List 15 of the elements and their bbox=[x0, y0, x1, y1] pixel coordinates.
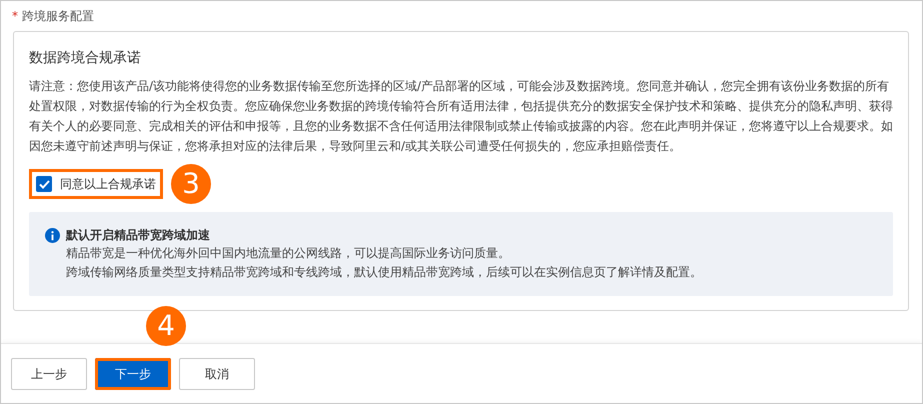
notice-text: 跨域传输网络质量类型支持精品带宽跨域和专线跨域，默认使用精品带宽跨域，后续可以在实例信息页了解详情及配置。 bbox=[66, 264, 702, 281]
commitment-text: 请注意：您使用该产品/该功能将使得您的业务数据传输至您所选择的区域/产品部署的区域，可能会涉及数据跨境。您同意并确认，您完全拥有该份业务数据的所有处置权限，对数据传输的行为全权负责。您应确保您业务数据的跨境传输符合所有适用法律，包括提供充分的数据安全保护技术和策略、提供充分的隐私声明、获得有关个人的必要同意、完成相关的评估和申报等，且您的业务数据不含任何适用法律限制或禁止传输或披露的内容。您在此声明并保证，您将遵守以上合规要求。如因您未遵守前述声明与保证，您将承担对应的法律后果，导致阿里云和/或其关联公司遭受任何损失的，您应承担赔偿责任。 bbox=[29, 78, 894, 155]
notice-text: 精品带宽是一种优化海外回中国内地流量的公网线路，可以提高国际业务访问质量。 bbox=[66, 245, 511, 262]
notice-title: 默认开启精品带宽跨域加速 bbox=[66, 227, 211, 244]
card-title: 数据跨境合规承诺 bbox=[29, 49, 142, 68]
next-button[interactable]: 下一步 bbox=[95, 358, 171, 390]
step-badge: 3 bbox=[171, 164, 211, 204]
checkbox-icon[interactable] bbox=[36, 176, 52, 192]
action-button[interactable]: 上一步 bbox=[11, 358, 87, 390]
required-mark: * bbox=[12, 8, 18, 25]
section-label: 跨境服务配置 bbox=[22, 8, 94, 25]
agree-checkbox[interactable]: 同意以上合规承诺 bbox=[29, 169, 163, 199]
step-badge: 4 bbox=[146, 306, 186, 346]
action-button[interactable]: 取消 bbox=[179, 358, 255, 390]
info-icon bbox=[45, 228, 60, 243]
